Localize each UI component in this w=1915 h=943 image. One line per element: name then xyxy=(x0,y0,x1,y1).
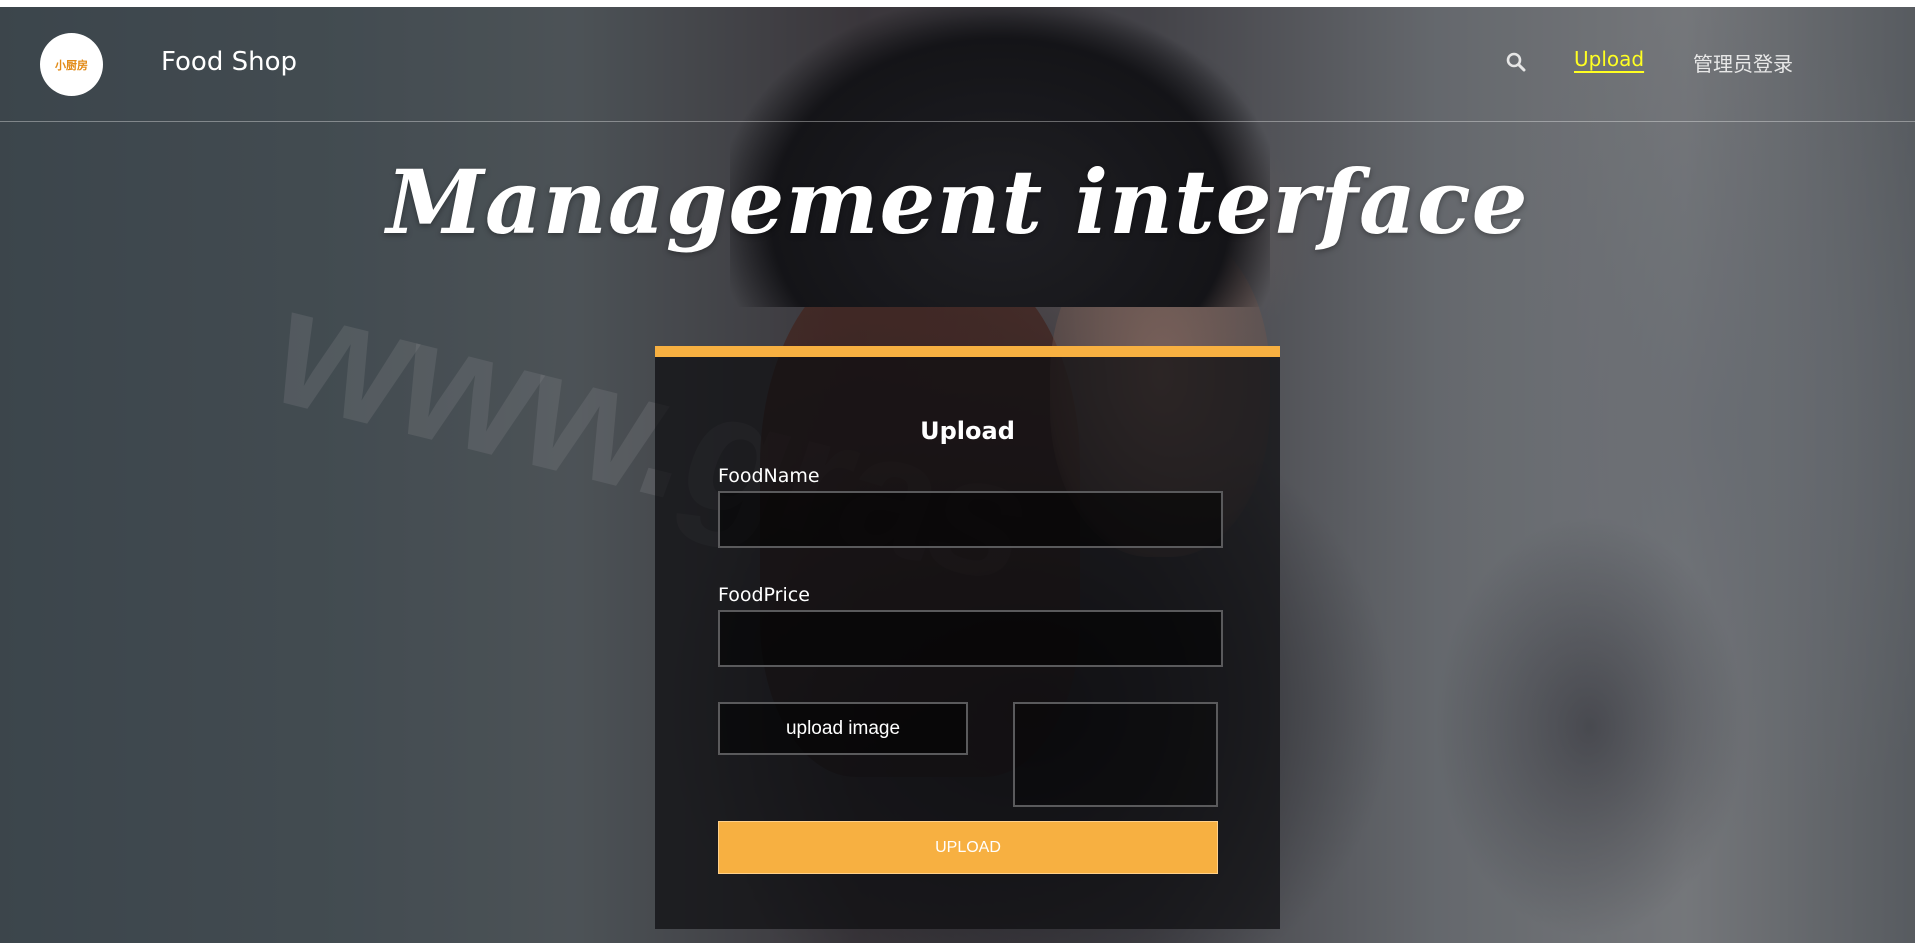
food-name-label: FoodName xyxy=(718,465,820,487)
search-icon[interactable] xyxy=(1505,51,1527,73)
card-accent-bar xyxy=(655,346,1280,357)
food-name-field[interactable] xyxy=(718,491,1223,548)
hero-title: Management interface xyxy=(386,150,1529,254)
upload-submit-button[interactable]: UPLOAD xyxy=(718,821,1218,874)
upload-image-button[interactable]: upload image xyxy=(718,702,968,755)
brand-name[interactable]: Food Shop xyxy=(161,47,297,77)
logo-text: 小厨房 xyxy=(55,58,88,72)
form-title: Upload xyxy=(920,417,1015,445)
image-preview-box xyxy=(1013,702,1218,807)
food-price-label: FoodPrice xyxy=(718,584,810,606)
food-price-field[interactable] xyxy=(718,610,1223,667)
nav-link-upload[interactable]: Upload xyxy=(1574,47,1644,71)
upload-form-card: Upload FoodName FoodPrice upload image U… xyxy=(655,357,1280,929)
logo[interactable]: 小厨房 xyxy=(40,33,103,96)
nav-link-admin-login[interactable]: 管理员登录 xyxy=(1693,48,1793,77)
top-navbar: 小厨房 Food Shop Upload 管理员登录 xyxy=(0,7,1915,122)
